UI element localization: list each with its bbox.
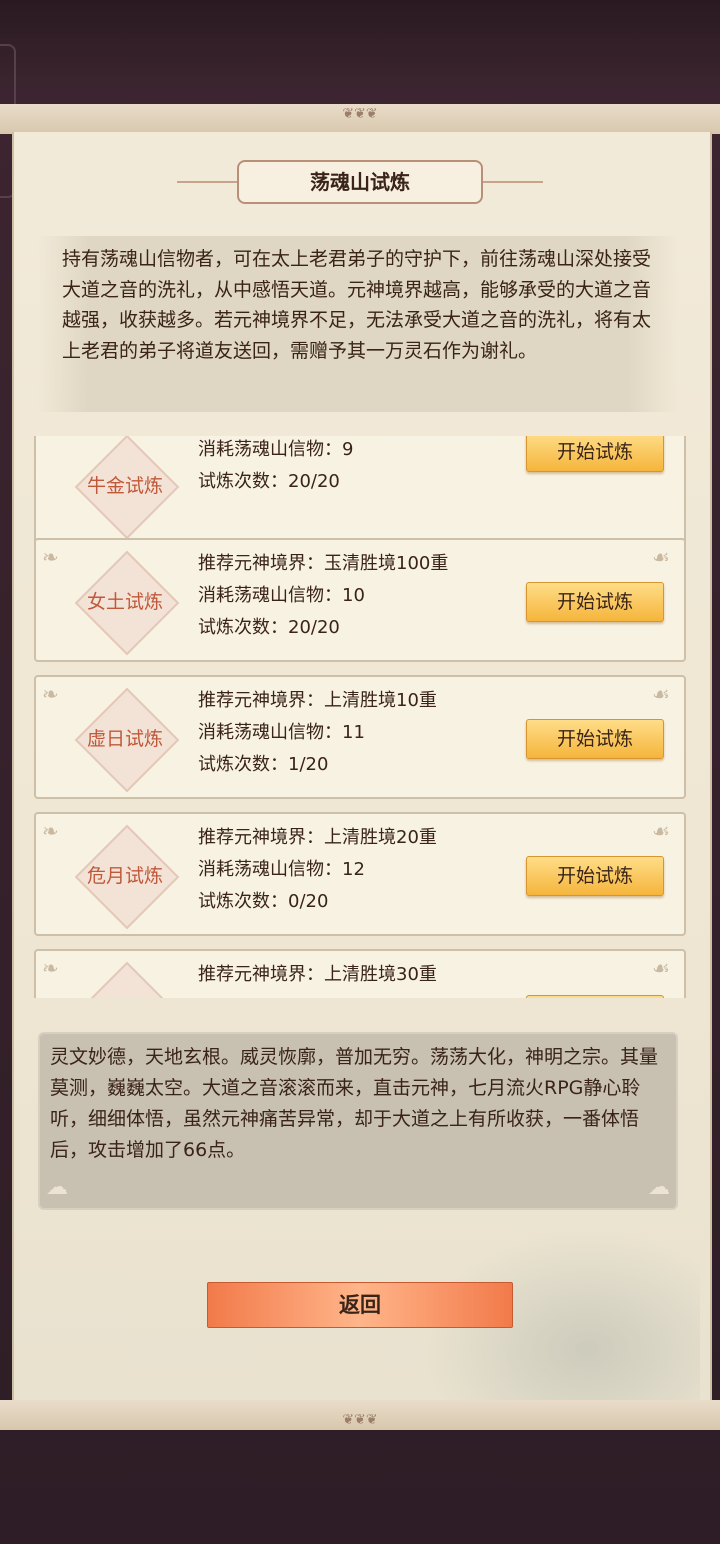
- corner-ornament-icon: ☙: [652, 819, 670, 843]
- trial-info: 推荐元神境界：上清胜境30重: [198, 959, 437, 991]
- trial-emblem: [74, 961, 180, 998]
- panel-title: 荡魂山试炼: [237, 160, 483, 204]
- trial-card-5: ❧ ☙ 推荐元神境界：上清胜境30重: [34, 949, 686, 998]
- scroll-ornament-icon: ❦❦❦: [342, 106, 378, 122]
- intro-text: 持有荡魂山信物者，可在太上老君弟子的守护下，前往荡魂山深处接受大道之音的洗礼，从…: [62, 248, 652, 362]
- start-trial-button[interactable]: 开始试炼: [526, 719, 664, 759]
- trial-count: 试炼次数：20/20: [198, 617, 340, 638]
- title-line-right: [483, 181, 543, 183]
- start-trial-button[interactable]: 开始试炼: [526, 856, 664, 896]
- start-trial-button[interactable]: 开始试炼: [526, 436, 664, 472]
- trial-realm: 推荐元神境界：上清胜境10重: [198, 690, 437, 711]
- trial-card-1: 牛金试炼 消耗荡魂山信物：9 试炼次数：20/20 开始试炼: [34, 436, 686, 546]
- trial-card-3: ❧ ☙ 虚日试炼 推荐元神境界：上清胜境10重 消耗荡魂山信物：11 试炼次数：…: [34, 675, 686, 799]
- title-line-left: [177, 181, 237, 183]
- trial-count: 试炼次数：0/20: [198, 891, 329, 912]
- trial-cost: 消耗荡魂山信物：9: [198, 439, 354, 460]
- trial-info: 推荐元神境界：上清胜境20重 消耗荡魂山信物：12 试炼次数：0/20: [198, 822, 437, 918]
- corner-ornament-icon: ❧: [42, 682, 59, 706]
- trial-name: 牛金试炼: [86, 475, 163, 497]
- corner-ornament-icon: ❧: [42, 545, 59, 569]
- panel-title-banner: 荡魂山试炼: [177, 160, 543, 204]
- trial-info: 消耗荡魂山信物：9 试炼次数：20/20: [198, 436, 353, 498]
- trial-card-2: ❧ ☙ 女土试炼 推荐元神境界：玉清胜境100重 消耗荡魂山信物：10 试炼次数…: [34, 538, 686, 662]
- corner-ornament-icon: ❧: [42, 819, 59, 843]
- trial-realm: 推荐元神境界：玉清胜境100重: [198, 553, 449, 574]
- trial-name: 危月试炼: [86, 865, 163, 887]
- result-log-text: 灵文妙德，天地玄根。威灵恢廓，普加无穷。荡荡大化，神明之宗。其量莫测，巍巍太空。…: [50, 1046, 659, 1161]
- start-trial-button[interactable]: [526, 995, 664, 998]
- corner-ornament-icon: ☙: [652, 545, 670, 569]
- scroll-ornament-icon: ❦❦❦: [342, 1412, 378, 1428]
- trial-cost: 消耗荡魂山信物：11: [198, 722, 365, 743]
- trial-info: 推荐元神境界：玉清胜境100重 消耗荡魂山信物：10 试炼次数：20/20: [198, 548, 448, 644]
- corner-ornament-icon: ❧: [42, 956, 59, 980]
- trial-cost: 消耗荡魂山信物：12: [198, 859, 365, 880]
- trial-count: 试炼次数：1/20: [198, 754, 329, 775]
- trial-name: 女土试炼: [86, 591, 163, 613]
- trial-info: 推荐元神境界：上清胜境10重 消耗荡魂山信物：11 试炼次数：1/20: [198, 685, 437, 781]
- trial-name: 虚日试炼: [86, 728, 163, 750]
- back-button[interactable]: 返回: [207, 1282, 513, 1328]
- trial-count: 试炼次数：20/20: [198, 471, 340, 492]
- frame-top-border: ❦❦❦: [0, 104, 720, 134]
- trial-card-4: ❧ ☙ 危月试炼 推荐元神境界：上清胜境20重 消耗荡魂山信物：12 试炼次数：…: [34, 812, 686, 936]
- trial-realm: 推荐元神境界：上清胜境20重: [198, 827, 437, 848]
- result-log-box: 灵文妙德，天地玄根。威灵恢廓，普加无穷。荡荡大化，神明之宗。其量莫测，巍巍太空。…: [38, 1032, 678, 1210]
- cloud-ornament-icon: ☁: [648, 1175, 670, 1200]
- trial-cost: 消耗荡魂山信物：10: [198, 585, 365, 606]
- trial-realm: 推荐元神境界：上清胜境30重: [198, 964, 437, 985]
- corner-ornament-icon: ☙: [652, 956, 670, 980]
- trial-list[interactable]: 牛金试炼 消耗荡魂山信物：9 试炼次数：20/20 开始试炼 ❧ ☙ 女土试炼 …: [32, 436, 688, 998]
- intro-box: 持有荡魂山信物者，可在太上老君弟子的守护下，前往荡魂山深处接受大道之音的洗礼，从…: [38, 236, 678, 412]
- cloud-ornament-icon: ☁: [46, 1175, 68, 1200]
- frame-bottom-border: ❦❦❦: [0, 1400, 720, 1430]
- corner-ornament-icon: ☙: [652, 682, 670, 706]
- start-trial-button[interactable]: 开始试炼: [526, 582, 664, 622]
